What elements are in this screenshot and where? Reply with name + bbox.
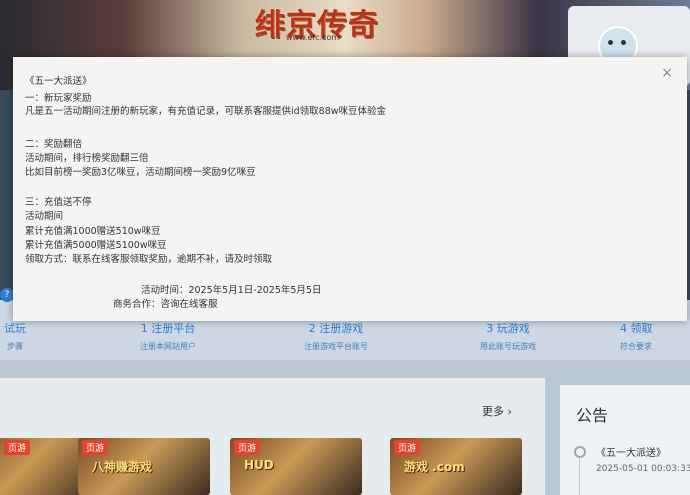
step-desc: 符合要求 (620, 342, 652, 351)
notice-item-date: 2025-05-01 00:03:33 (596, 464, 690, 474)
game-tag: 页游 (82, 440, 109, 455)
section-text: 凡是五一活动期间注册的新玩家，有充值记录，可联系客服提供id领取88w咪豆体验金 (25, 106, 387, 117)
step-desc: 步骤 (7, 342, 23, 351)
section-title: 一：新玩家奖励 (25, 93, 92, 104)
step-title: 1 注册平台 (140, 322, 196, 335)
timeline-dot (574, 446, 586, 458)
step-title: 2 注册游戏 (308, 322, 364, 335)
step-register-game[interactable]: 2 注册游戏 注册游戏平台账号 (271, 320, 401, 352)
game-tag: 页游 (234, 440, 261, 455)
announcement-modal: × 《五一大派送》 一：新玩家奖励 凡是五一活动期间注册的新玩家，有充值记录，可… (13, 57, 687, 321)
step-play-game[interactable]: 3 玩游戏 用此账号玩游戏 (443, 320, 573, 352)
game-logo: HUD (244, 458, 274, 472)
business-contact: 商务合作：咨询在线客服 (113, 299, 218, 310)
more-games-link[interactable]: 更多 › (482, 403, 512, 419)
help-icon[interactable]: ? (0, 288, 14, 302)
section-text: 累计充值满5000赠送5100w咪豆 (25, 240, 167, 251)
step-desc: 注册游戏平台账号 (304, 342, 368, 351)
section-text: 活动期间，排行榜奖励翻三倍 (25, 153, 149, 164)
notice-item-link[interactable]: 《五一大派送》 (596, 444, 666, 459)
section-text: 比如目前榜一奖励3亿咪豆，活动期间榜一奖励9亿咪豆 (25, 167, 256, 178)
step-title: 4 领取 (620, 322, 653, 335)
step-trial[interactable]: 试玩 步骤 (0, 320, 80, 352)
step-title: 试玩 (4, 322, 26, 335)
step-desc: 注册本网站用户 (140, 342, 196, 351)
step-desc: 用此账号玩游戏 (480, 342, 536, 351)
game-tag: 页游 (394, 440, 421, 455)
step-register-platform[interactable]: 1 注册平台 注册本网站用户 (103, 320, 233, 352)
notice-title: 公告 (576, 406, 609, 425)
section-title: 二：奖励翻倍 (25, 139, 83, 150)
activity-time: 活动时间：2025年5月1日-2025年5月5日 (141, 285, 322, 296)
section-text: 活动期间 (25, 211, 64, 222)
close-icon[interactable]: × (661, 65, 673, 81)
game-tag: 页游 (4, 440, 31, 455)
game-tile[interactable]: 页游 八神赚游戏 (78, 438, 210, 495)
game-tile[interactable]: 页游 游戏 .com (390, 438, 522, 495)
game-logo: 八神赚游戏 (92, 460, 153, 474)
section-text: 领取方式：联系在线客服领取奖励，逾期不补，请及时领取 (25, 254, 273, 265)
section-text: 累计充值满1000赠送510w咪豆 (25, 226, 161, 237)
step-title: 3 玩游戏 (486, 322, 530, 335)
game-tile[interactable]: 页游 HUD (230, 438, 362, 495)
banner-subtitle: www.efc.com (286, 33, 340, 42)
step-claim[interactable]: 4 领取 符合要求 (620, 320, 690, 352)
timeline-line (579, 457, 580, 495)
modal-heading: 《五一大派送》 (25, 76, 92, 87)
section-title: 三：充值送不停 (25, 197, 92, 208)
game-logo: 游戏 .com (404, 460, 465, 474)
